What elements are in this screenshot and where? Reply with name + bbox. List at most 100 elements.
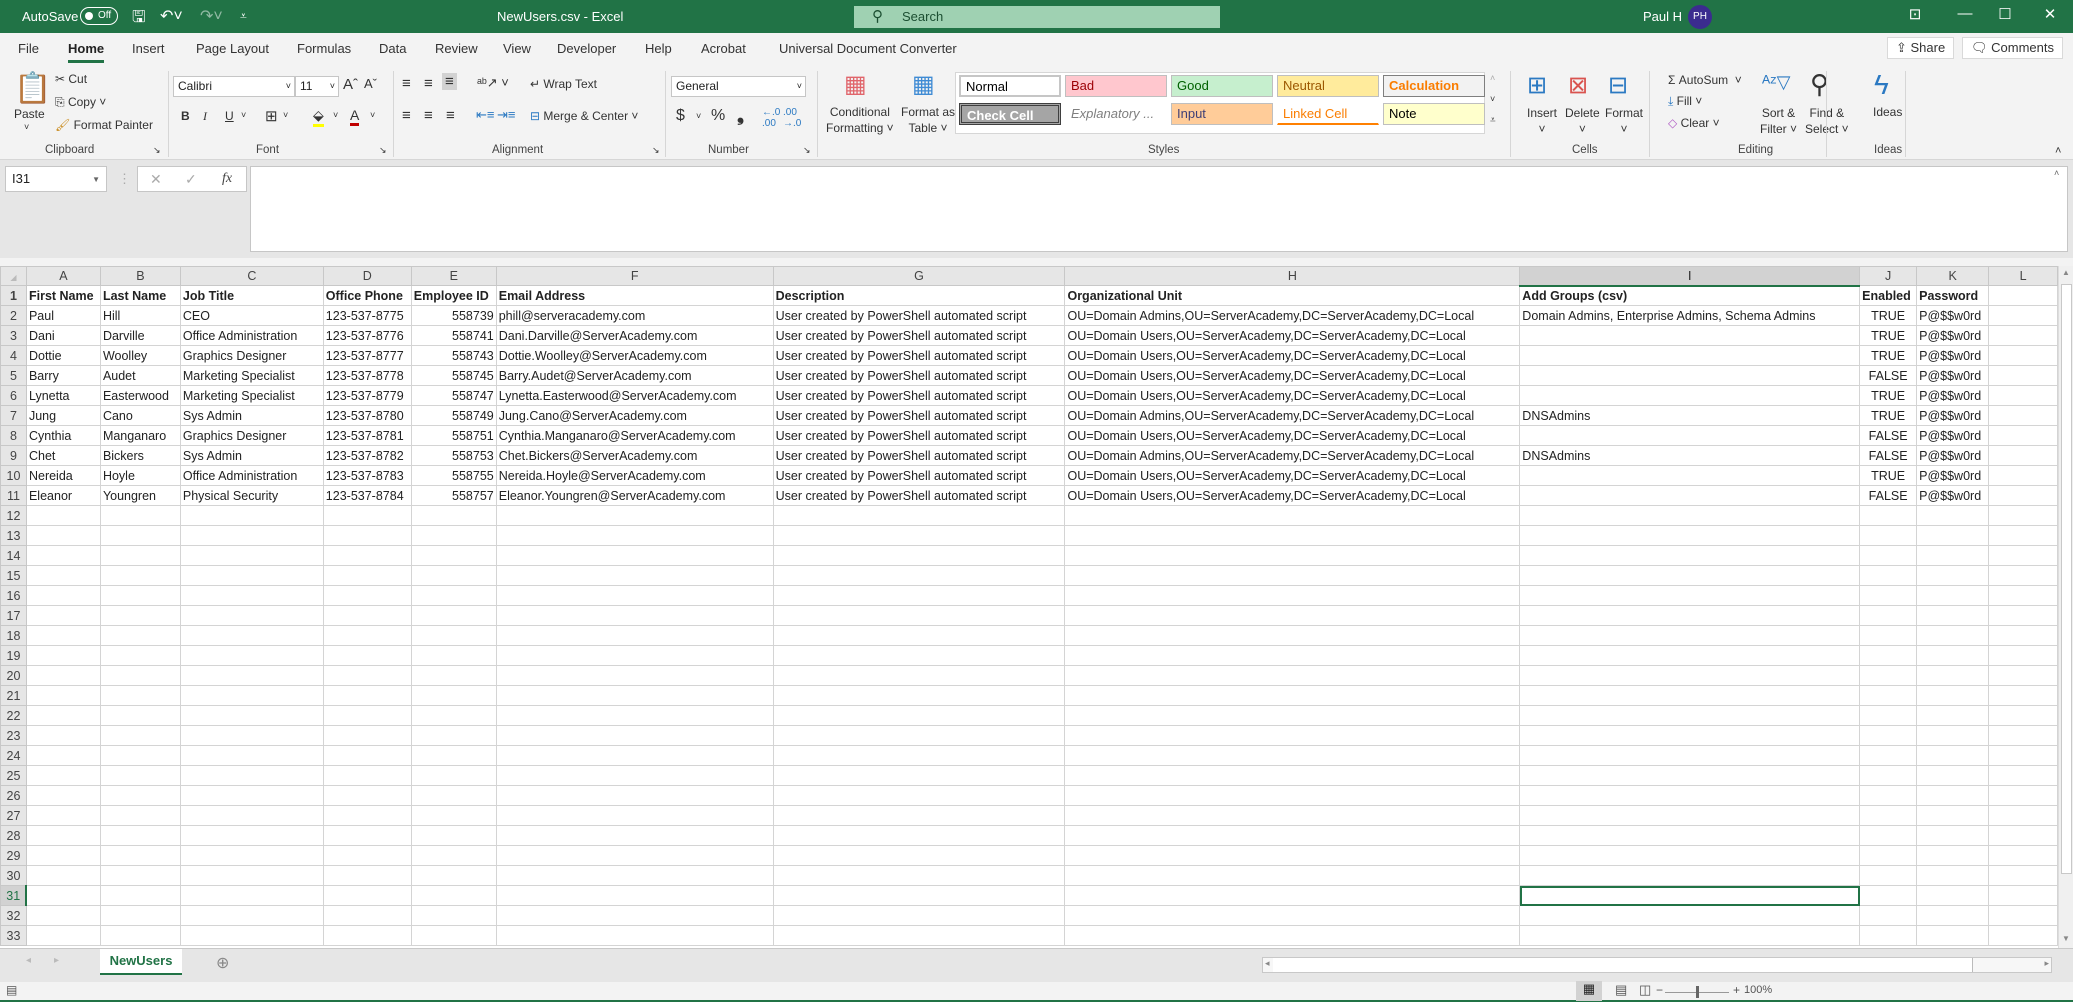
cell-k32[interactable] [1916, 905, 1990, 926]
cell-k16[interactable] [1916, 585, 1990, 606]
cell-a16[interactable] [25, 585, 101, 606]
cell-d26[interactable] [322, 785, 412, 806]
cell-d23[interactable] [322, 725, 412, 746]
column-header-e[interactable]: E [410, 266, 497, 286]
cell-i15[interactable] [1519, 565, 1861, 586]
number-launcher-icon[interactable]: ↘ [803, 145, 811, 156]
column-header-f[interactable]: F [495, 266, 774, 286]
cell-k14[interactable] [1916, 545, 1990, 566]
cell-g2[interactable]: User created by PowerShell automated scr… [772, 305, 1066, 326]
cell-b14[interactable] [99, 545, 181, 566]
row-header[interactable]: 32 [0, 905, 27, 926]
cell-c9[interactable]: Sys Admin [179, 445, 324, 466]
row-header[interactable]: 31 [0, 885, 28, 906]
italic-button[interactable]: I [203, 109, 207, 124]
cell-e25[interactable] [410, 765, 497, 786]
delete-cells-icon[interactable]: ⊠ [1568, 71, 1588, 100]
cell-g5[interactable]: User created by PowerShell automated scr… [772, 365, 1066, 386]
cell-j32[interactable] [1859, 905, 1918, 926]
currency-button[interactable]: $ [676, 107, 685, 125]
cell-i33[interactable] [1519, 925, 1861, 946]
tab-formulas[interactable]: Formulas [297, 41, 351, 56]
cell-f9[interactable]: Chet.Bickers@ServerAcademy.com [495, 445, 774, 466]
borders-dropdown-icon[interactable]: ˅ [283, 110, 288, 120]
cell-f5[interactable]: Barry.Audet@ServerAcademy.com [495, 365, 774, 386]
cell-l32[interactable] [1988, 905, 2058, 926]
sheet-tab-newusers[interactable]: NewUsers [100, 949, 182, 975]
cell-g8[interactable]: User created by PowerShell automated scr… [772, 425, 1066, 446]
cell-k7[interactable]: P@$$w0rd [1916, 405, 1990, 426]
cell-j25[interactable] [1859, 765, 1918, 786]
save-icon[interactable]: 🖫 [132, 6, 146, 33]
cell-l30[interactable] [1988, 865, 2058, 886]
cell-i29[interactable] [1519, 845, 1861, 866]
cell-e12[interactable] [410, 505, 497, 526]
cell-a6[interactable]: Lynetta [25, 385, 101, 406]
cell-e21[interactable] [410, 685, 497, 706]
wrap-text-button[interactable]: ↵ Wrap Text [530, 77, 597, 91]
cell-i5[interactable] [1519, 365, 1861, 386]
cell-g20[interactable] [772, 665, 1066, 686]
cell-c11[interactable]: Physical Security [179, 485, 324, 506]
cell-g28[interactable] [772, 825, 1066, 846]
scroll-right-icon[interactable]: ▸ [2044, 958, 2049, 969]
cell-l23[interactable] [1988, 725, 2058, 746]
cell-h24[interactable] [1064, 745, 1521, 766]
cell-j24[interactable] [1859, 745, 1918, 766]
cell-i19[interactable] [1519, 645, 1861, 666]
cell-c13[interactable] [179, 525, 324, 546]
cell-j26[interactable] [1859, 785, 1918, 806]
tab-insert[interactable]: Insert [132, 41, 165, 56]
cell-f20[interactable] [495, 665, 774, 686]
cell-e16[interactable] [410, 585, 497, 606]
cell-a28[interactable] [25, 825, 101, 846]
cell-j29[interactable] [1859, 845, 1918, 866]
tab-universal-document-converter[interactable]: Universal Document Converter [779, 41, 957, 56]
align-left-icon[interactable]: ≡ [402, 107, 411, 124]
cell-g6[interactable]: User created by PowerShell automated scr… [772, 385, 1066, 406]
cell-h29[interactable] [1064, 845, 1521, 866]
font-launcher-icon[interactable]: ↘ [379, 145, 387, 156]
cell-d9[interactable]: 123-537-8782 [322, 445, 412, 466]
cell-h23[interactable] [1064, 725, 1521, 746]
cell-f15[interactable] [495, 565, 774, 586]
column-header-j[interactable]: J [1859, 266, 1918, 286]
cell-b28[interactable] [99, 825, 181, 846]
cell-g10[interactable]: User created by PowerShell automated scr… [772, 465, 1066, 486]
cell-l31[interactable] [1988, 885, 2058, 906]
cell-g30[interactable] [772, 865, 1066, 886]
redo-icon[interactable]: ↷˅ [200, 6, 223, 26]
cell-f33[interactable] [495, 925, 774, 946]
cell-l16[interactable] [1988, 585, 2058, 606]
cell-g15[interactable] [772, 565, 1066, 586]
row-header[interactable]: 3 [0, 325, 27, 346]
cell-h31[interactable] [1064, 885, 1521, 906]
row-header[interactable]: 25 [0, 765, 27, 786]
cell-e22[interactable] [410, 705, 497, 726]
cell-j4[interactable]: TRUE [1859, 345, 1918, 366]
row-header[interactable]: 27 [0, 805, 27, 826]
cell-g13[interactable] [772, 525, 1066, 546]
cell-e8[interactable]: 558751 [410, 425, 497, 446]
cell-h11[interactable]: OU=Domain Users,OU=ServerAcademy,DC=Serv… [1064, 485, 1521, 506]
row-header[interactable]: 14 [0, 545, 27, 566]
cell-a32[interactable] [25, 905, 101, 926]
formula-input[interactable] [250, 166, 2068, 252]
row-header[interactable]: 21 [0, 685, 27, 706]
tab-file[interactable]: File [18, 41, 39, 56]
underline-button[interactable]: U [225, 109, 234, 123]
cell-l17[interactable] [1988, 605, 2058, 626]
cell-e19[interactable] [410, 645, 497, 666]
cell-k8[interactable]: P@$$w0rd [1916, 425, 1990, 446]
fill-button[interactable]: ⤓ Fill ˅ [1668, 94, 1702, 109]
cell-c10[interactable]: Office Administration [179, 465, 324, 486]
clipboard-launcher-icon[interactable]: ↘ [153, 145, 161, 156]
cell-l4[interactable] [1988, 345, 2058, 366]
cell-c14[interactable] [179, 545, 324, 566]
cell-e7[interactable]: 558749 [410, 405, 497, 426]
cell-k3[interactable]: P@$$w0rd [1916, 325, 1990, 346]
cell-j1[interactable]: Enabled [1859, 285, 1918, 306]
cell-a30[interactable] [25, 865, 101, 886]
cell-a19[interactable] [25, 645, 101, 666]
cell-g25[interactable] [772, 765, 1066, 786]
